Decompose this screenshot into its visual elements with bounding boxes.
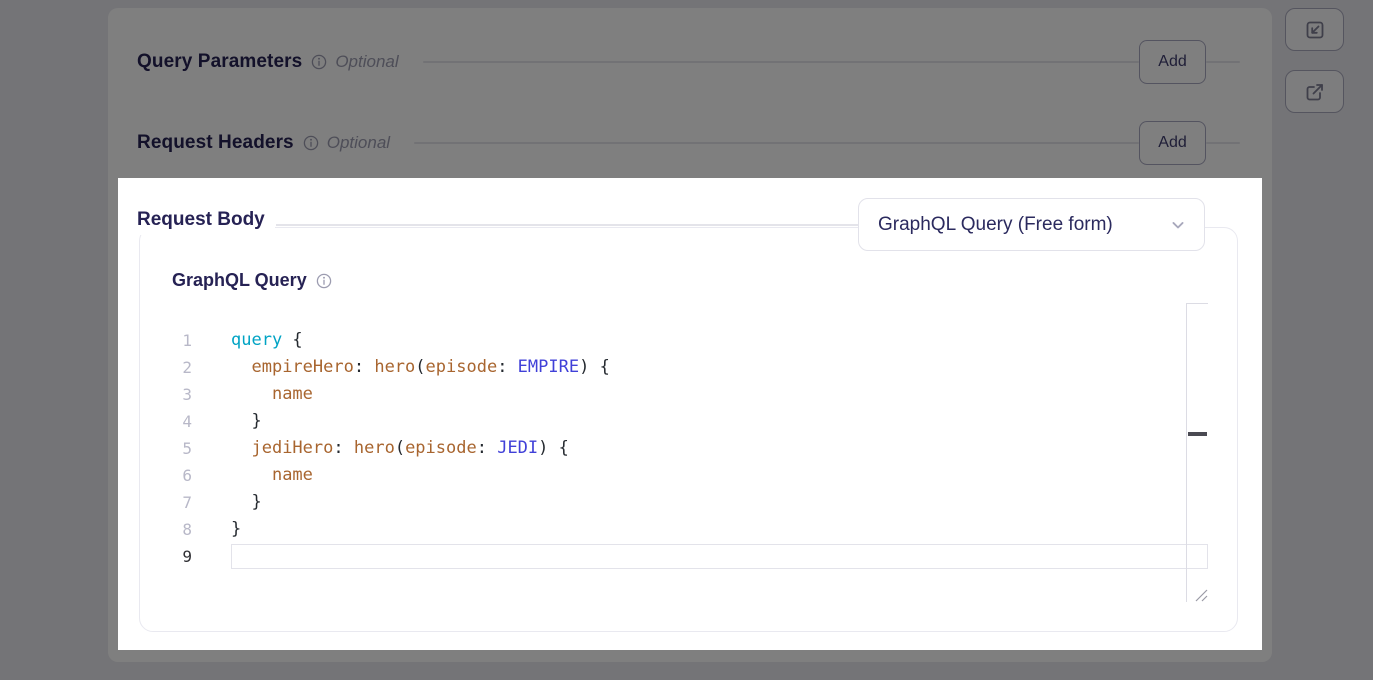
code-line-5[interactable]: 5 jediHero: hero(episode: JEDI) { [167, 435, 1208, 462]
add-query-parameter-button[interactable]: Add [1139, 40, 1206, 84]
request-body-divider [276, 224, 858, 226]
code-line-8[interactable]: 8} [167, 516, 1208, 543]
code-line-content[interactable]: } [231, 516, 1208, 543]
code-line-content[interactable]: } [231, 408, 1208, 435]
code-lines: 1query {2 empireHero: hero(episode: EMPI… [167, 327, 1208, 570]
edit-request-icon [1303, 18, 1327, 42]
open-external-button[interactable] [1285, 70, 1344, 113]
code-line-1[interactable]: 1 query { [167, 327, 1208, 354]
code-line-3[interactable]: 3 name [167, 381, 1208, 408]
optional-badge: Optional [335, 52, 398, 72]
chevron-down-icon [1168, 215, 1188, 235]
divider-stub [1206, 61, 1240, 63]
body-type-selected-value: GraphQL Query (Free form) [878, 214, 1168, 236]
request-headers-section: Request Headers Optional Add [108, 121, 1272, 165]
editor-border-stub [1186, 303, 1208, 304]
code-line-6[interactable]: 6 name [167, 462, 1208, 489]
graphql-query-card: GraphQL Query 1query {2 empireHero: hero… [139, 227, 1238, 632]
scrollbar-marker[interactable] [1188, 432, 1207, 436]
optional-badge: Optional [327, 133, 390, 153]
body-type-select[interactable]: GraphQL Query (Free form) [858, 198, 1205, 251]
resize-handle-icon[interactable] [1194, 587, 1208, 601]
editor-right-border [1186, 303, 1187, 602]
code-line-7[interactable]: 7 } [167, 489, 1208, 516]
line-number: 7 [167, 489, 192, 516]
code-line-9[interactable]: 9 [167, 543, 1208, 570]
query-parameters-section: Query Parameters Optional Add [108, 40, 1272, 84]
divider [423, 61, 1139, 63]
code-line-content[interactable]: name [231, 462, 1208, 489]
code-line-content[interactable]: query { [231, 327, 1208, 354]
info-icon[interactable] [311, 54, 327, 70]
info-icon[interactable] [316, 273, 332, 289]
graphql-query-header: GraphQL Query [172, 270, 332, 291]
graphql-query-label: GraphQL Query [172, 270, 307, 291]
line-number: 2 [167, 354, 192, 381]
code-line-content[interactable]: jediHero: hero(episode: JEDI) { [231, 435, 1208, 462]
code-line-content[interactable] [231, 544, 1208, 569]
divider [414, 142, 1139, 144]
line-number: 9 [167, 543, 192, 570]
code-line-2[interactable]: 2 empireHero: hero(episode: EMPIRE) { [167, 354, 1208, 381]
graphql-query-editor[interactable]: 1query {2 empireHero: hero(episode: EMPI… [167, 303, 1208, 602]
line-number: 1 [167, 327, 192, 354]
query-parameters-label: Query Parameters [137, 51, 302, 73]
page: Query Parameters Optional Add Request He… [0, 0, 1373, 680]
divider-stub [1206, 142, 1240, 144]
line-number: 3 [167, 381, 192, 408]
request-body-modal: GraphQL Query 1query {2 empireHero: hero… [118, 178, 1262, 650]
edit-request-button[interactable] [1285, 8, 1344, 51]
info-icon[interactable] [303, 135, 319, 151]
code-line-content[interactable]: empireHero: hero(episode: EMPIRE) { [231, 354, 1208, 381]
add-request-header-button[interactable]: Add [1139, 121, 1206, 165]
code-line-content[interactable]: name [231, 381, 1208, 408]
line-number: 5 [167, 435, 192, 462]
code-line-content[interactable]: } [231, 489, 1208, 516]
line-number: 8 [167, 516, 192, 543]
open-external-icon [1303, 80, 1327, 104]
line-number: 4 [167, 408, 192, 435]
line-number: 6 [167, 462, 192, 489]
request-headers-label: Request Headers [137, 132, 294, 154]
request-body-title: Request Body [132, 205, 275, 235]
code-line-4[interactable]: 4 } [167, 408, 1208, 435]
